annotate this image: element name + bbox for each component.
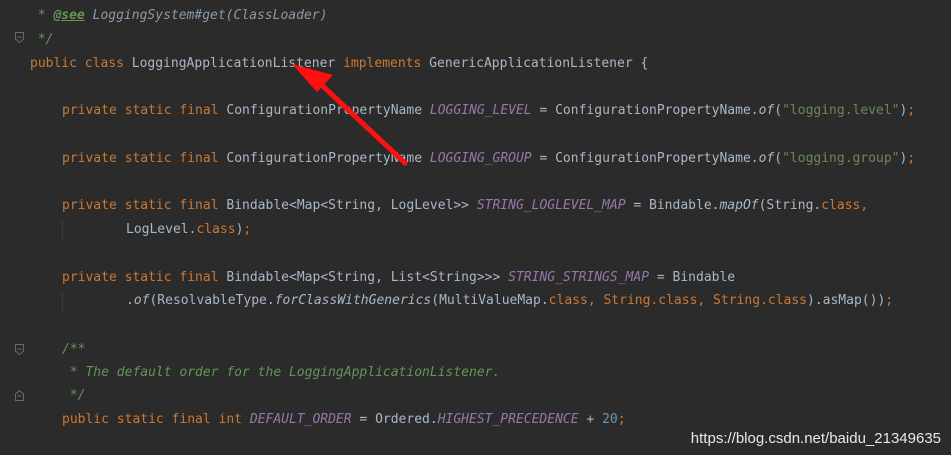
type-name: ConfigurationPropertyName (226, 151, 430, 166)
keyword: class (821, 198, 861, 213)
doc-comment: * (30, 8, 54, 23)
keyword: class (196, 222, 236, 237)
keyword: class (548, 293, 588, 308)
code-text: + (578, 412, 603, 427)
code-line[interactable]: private static final ConfigurationProper… (62, 149, 915, 169)
field-name: STRING_LOGLEVEL_MAP (476, 198, 626, 213)
comma: , (860, 198, 869, 213)
method-name: forClassWithGenerics (274, 293, 432, 308)
field-name: HIGHEST_PRECEDENCE (437, 412, 579, 427)
interface-name: GenericApplicationListener { (429, 56, 649, 71)
method-name: of (758, 103, 775, 118)
keyword: private static final (62, 270, 227, 285)
code-editor[interactable]: * @see LoggingSystem#get(ClassLoader) */… (0, 0, 951, 455)
code-line[interactable]: */ (30, 30, 54, 50)
fold-marker-icon[interactable] (15, 344, 24, 355)
semicolon: ; (907, 151, 916, 166)
field-name: LOGGING_GROUP (429, 151, 532, 166)
method-name: of (133, 293, 150, 308)
editor-gutter (0, 0, 28, 455)
fold-end-marker-icon[interactable] (15, 390, 24, 401)
code-line[interactable]: LogLevel.class); (126, 220, 251, 240)
code-line[interactable]: private static final Bindable<Map<String… (62, 268, 735, 288)
code-text: ( (774, 103, 783, 118)
semicolon: ; (885, 293, 894, 308)
keyword: private static final (62, 198, 227, 213)
keyword: public static final int (62, 412, 250, 427)
code-line[interactable]: */ (62, 386, 86, 406)
code-text: (String. (758, 198, 822, 213)
code-text: = Ordered. (351, 412, 438, 427)
field-name: DEFAULT_ORDER (249, 412, 352, 427)
code-line[interactable]: public static final int DEFAULT_ORDER = … (62, 410, 626, 430)
code-text: ( (774, 151, 783, 166)
code-text: (ResolvableType. (149, 293, 275, 308)
code-text: = ConfigurationPropertyName. (531, 151, 759, 166)
keyword: class (767, 293, 807, 308)
watermark: https://blog.csdn.net/baidu_21349635 (690, 430, 941, 447)
code-text: LogLevel. (126, 222, 197, 237)
code-text: = Bindable. (625, 198, 720, 213)
code-text: . (126, 293, 134, 308)
code-line[interactable]: * @see LoggingSystem#get(ClassLoader) (30, 6, 328, 26)
doc-reference: LoggingSystem#get(ClassLoader) (92, 8, 328, 23)
keyword: private static final (62, 151, 227, 166)
field-name: STRING_STRINGS_MAP (508, 270, 650, 285)
doc-comment (85, 8, 93, 23)
keyword: class (658, 293, 698, 308)
keyword: public class (30, 56, 132, 71)
type-name: Bindable<Map<String, LogLevel>> (226, 198, 477, 213)
code-text: = Bindable (649, 270, 736, 285)
code-text: , String. (587, 293, 659, 308)
number-literal: 20 (602, 412, 618, 427)
string-literal: "logging.level" (782, 103, 900, 118)
class-name: LoggingApplicationListener (131, 56, 344, 71)
method-name: of (758, 151, 775, 166)
code-line[interactable]: * The default order for the LoggingAppli… (62, 363, 500, 383)
indent-guide (62, 292, 63, 314)
code-line[interactable]: public class LoggingApplicationListener … (30, 54, 648, 74)
semicolon: ; (243, 222, 252, 237)
code-line[interactable]: private static final Bindable<Map<String… (62, 196, 868, 216)
code-line[interactable]: /** (62, 340, 85, 360)
indent-guide (62, 220, 63, 242)
code-text: (MultiValueMap. (431, 293, 549, 308)
fold-marker-icon[interactable] (15, 32, 24, 43)
code-text: , String. (697, 293, 768, 308)
field-name: LOGGING_LEVEL (429, 103, 532, 118)
code-text: = ConfigurationPropertyName. (531, 103, 759, 118)
method-name: mapOf (719, 198, 759, 213)
code-line[interactable]: private static final ConfigurationProper… (62, 101, 915, 121)
keyword: implements (343, 56, 430, 71)
semicolon: ; (617, 412, 626, 427)
string-literal: "logging.group" (782, 151, 900, 166)
type-name: ConfigurationPropertyName (226, 103, 430, 118)
doc-tag: @see (53, 8, 85, 23)
keyword: private static final (62, 103, 227, 118)
code-text: ).asMap()) (807, 293, 886, 308)
type-name: Bindable<Map<String, List<String>>> (226, 270, 509, 285)
semicolon: ; (907, 103, 916, 118)
code-line[interactable]: .of(ResolvableType.forClassWithGenerics(… (126, 291, 893, 311)
